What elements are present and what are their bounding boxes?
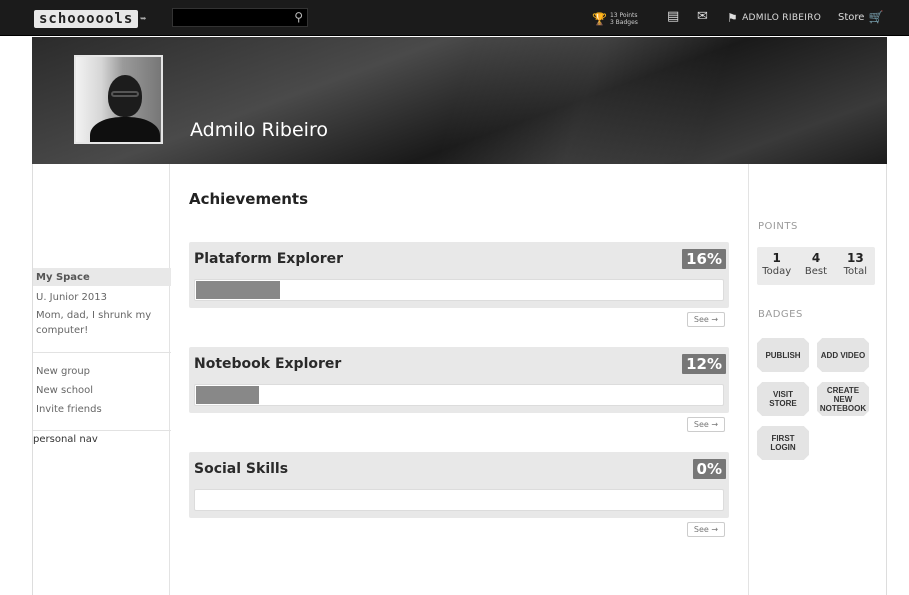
points-best: 4 Best (796, 247, 835, 285)
achievement-card: Plataform Explorer 16% (189, 242, 729, 314)
points-today-value: 1 (772, 251, 781, 265)
see-button[interactable]: See → (687, 312, 725, 327)
badges-count: 3 Badges (609, 19, 638, 26)
cart-icon: 🛒 (868, 10, 884, 24)
profile-banner: Admilo Ribeiro (32, 37, 887, 164)
points-best-value: 4 (811, 251, 821, 265)
badge-create-new-notebook[interactable]: CREATE NEW NOTEBOOK (817, 382, 869, 416)
banner-decoration (277, 37, 887, 164)
new-school-link[interactable]: New school (36, 383, 93, 398)
progress-bar (194, 279, 724, 301)
profile-name: Admilo Ribeiro (190, 119, 328, 141)
points-best-label: Best (804, 266, 828, 277)
search-icon[interactable]: ⚲ (294, 10, 303, 24)
points-summary: 1 Today 4 Best 13 Total (757, 247, 875, 285)
invite-friends-link[interactable]: Invite friends (36, 402, 102, 417)
store-link[interactable]: Store 🛒 (838, 10, 883, 24)
achievement-title: Plataform Explorer (194, 251, 344, 267)
progress-fill (196, 386, 259, 404)
user-name-link: ADMILO RIBEIRO (742, 13, 822, 23)
badge-publish[interactable]: PUBLISH (757, 338, 809, 372)
site-logo[interactable]: schoooools ➥ (34, 9, 147, 29)
badge-first-login[interactable]: FIRST LOGIN (757, 426, 809, 460)
badge-add-video[interactable]: ADD VIDEO (817, 338, 869, 372)
new-group-link[interactable]: New group (36, 364, 90, 379)
achievement-header: Social Skills 0% (189, 452, 729, 518)
personal-nav-label: personal nav (33, 434, 98, 445)
achievement-percent: 12% (682, 354, 726, 374)
badges-section-label: BADGES (758, 309, 803, 320)
store-label: Store (838, 11, 865, 23)
points-total: 13 Total (836, 247, 875, 285)
logo-arrow-icon: ➥ (140, 13, 148, 25)
achievement-card: Social Skills 0% (189, 452, 729, 524)
my-space-header: My Space (33, 268, 171, 286)
points-today-label: Today (762, 266, 792, 277)
divider (33, 430, 171, 431)
right-sidebar: POINTS 1 Today 4 Best 13 Total BADGES PU… (748, 164, 887, 595)
achievement-percent: 0% (692, 459, 726, 479)
trophy-icon: 🏆 (592, 12, 607, 26)
notifications-icon[interactable]: ▤ (667, 9, 679, 24)
search-input[interactable] (173, 9, 287, 26)
progress-fill (196, 281, 280, 299)
points-badges-summary[interactable]: 🏆 13 Points 3 Badges (592, 10, 638, 28)
points-count: 13 Points (609, 12, 638, 19)
page-title: Achievements (189, 190, 309, 208)
mail-icon[interactable]: ✉ (697, 9, 708, 24)
achievement-title: Social Skills (194, 461, 289, 477)
user-menu[interactable]: ⚑ ADMILO RIBEIRO (727, 11, 821, 25)
flag-icon: ⚑ (727, 11, 739, 25)
points-section-label: POINTS (758, 221, 798, 232)
see-button[interactable]: See → (687, 417, 725, 432)
badge-visit-store[interactable]: VISIT STORE (757, 382, 809, 416)
achievement-header: Notebook Explorer 12% (189, 347, 729, 413)
divider (33, 352, 171, 353)
achievement-percent: 16% (682, 249, 726, 269)
points-today: 1 Today (757, 247, 796, 285)
progress-bar (194, 489, 724, 511)
achievement-header: Plataform Explorer 16% (189, 242, 729, 308)
achievement-title: Notebook Explorer (194, 356, 342, 372)
points-total-label: Total (843, 266, 867, 277)
achievement-card: Notebook Explorer 12% (189, 347, 729, 419)
profile-avatar[interactable] (74, 55, 163, 144)
progress-bar (194, 384, 724, 406)
points-total-value: 13 (846, 251, 864, 265)
see-button[interactable]: See → (687, 522, 725, 537)
logo-text: schoooools (34, 10, 139, 28)
search-box: ⚲ (172, 8, 308, 27)
main-content: Achievements Plataform Explorer 16% See … (171, 164, 747, 595)
top-navigation-bar: schoooools ➥ ⚲ 🏆 13 Points 3 Badges ▤ ✉ … (0, 0, 909, 36)
left-sidebar: My Space U. Junior 2013 Mom, dad, I shru… (32, 164, 171, 595)
nav-item-u-junior[interactable]: U. Junior 2013 (36, 290, 107, 305)
nav-item-shrunk-computer[interactable]: Mom, dad, I shrunk my computer! (36, 308, 168, 338)
